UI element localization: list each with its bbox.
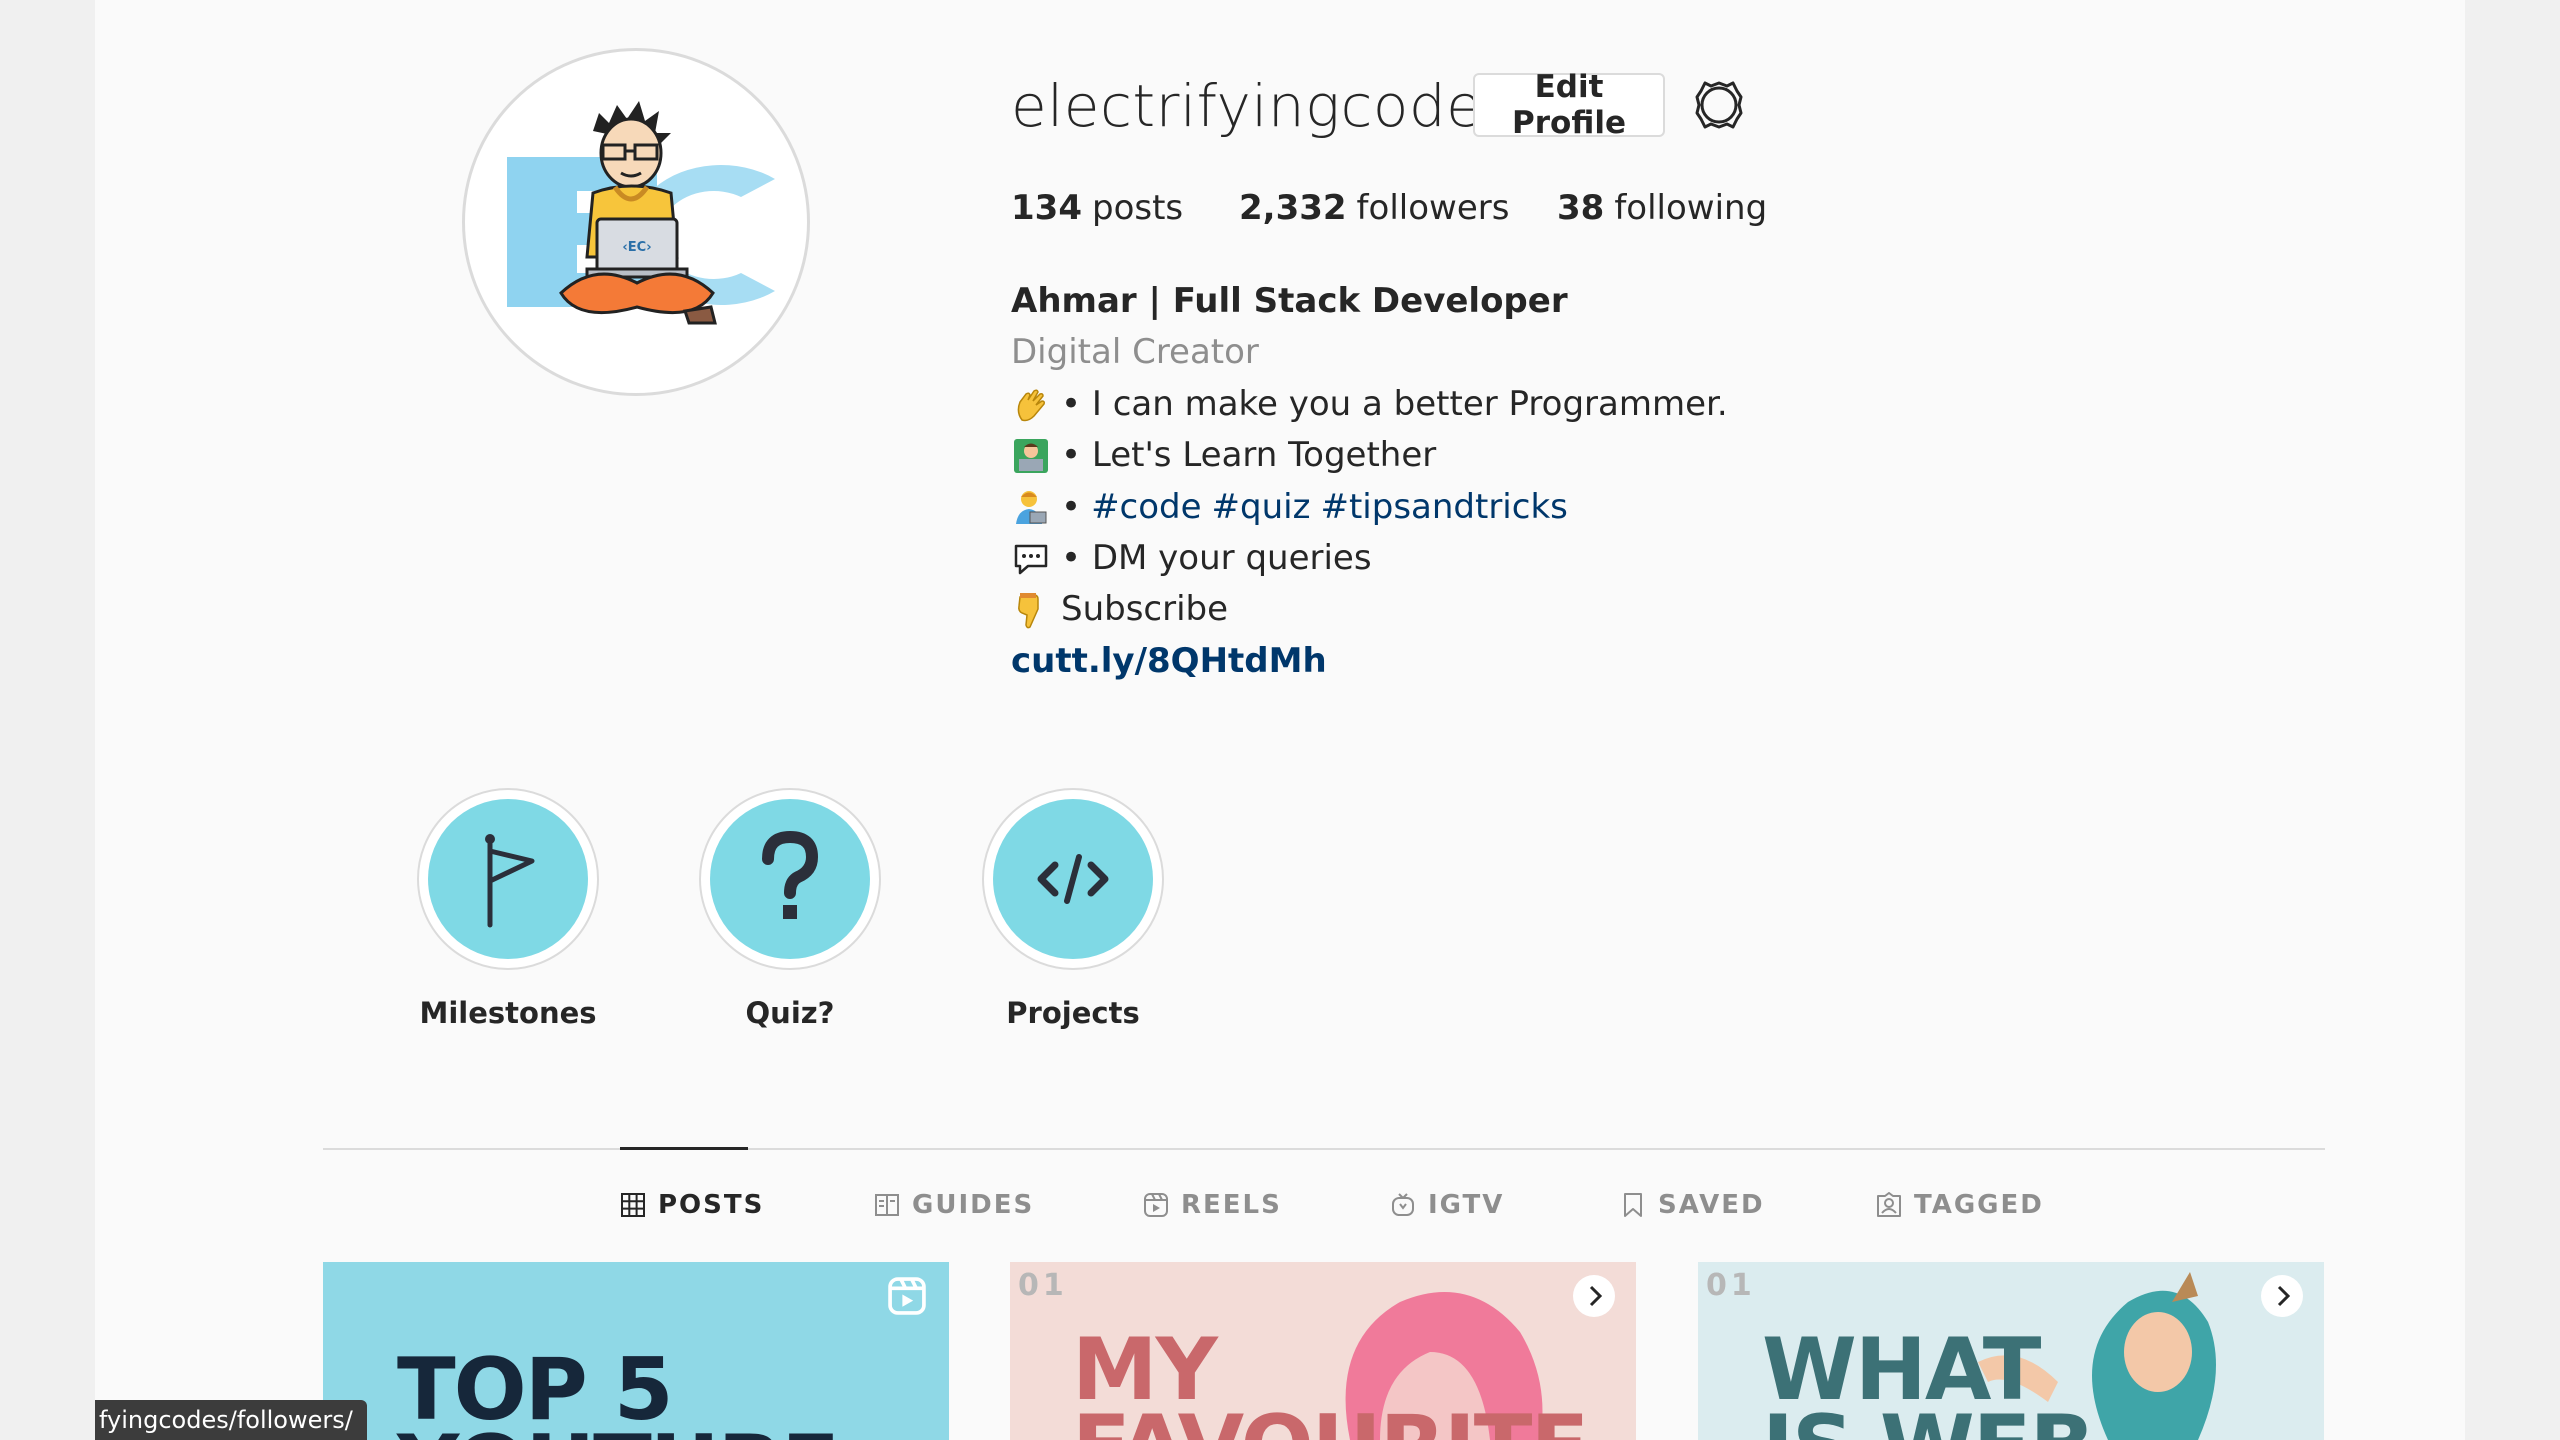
post-title-line2: IS WEB [1762,1404,2095,1440]
post-title-line2: FAVOURITE [1072,1404,1589,1440]
technologist-icon [1011,487,1051,527]
username: electrifyingcodes [1011,72,1514,140]
tab-reels[interactable]: REELS [1143,1190,1282,1220]
tab-tagged[interactable]: TAGGED [1876,1190,2044,1220]
highlight-projects[interactable]: Projects [973,788,1173,1030]
bio-line-subscribe: Subscribe [1011,584,1728,635]
tab-label: TAGGED [1914,1190,2044,1220]
following-link[interactable]: 38 following [1557,188,1767,228]
bio-line4-text: • DM your queries [1061,538,1372,579]
full-name: Ahmar | Full Stack Developer [1011,281,1568,321]
highlight-label: Milestones [419,996,597,1030]
settings-button[interactable] [1690,76,1748,134]
highlight-milestones[interactable]: Milestones [408,788,608,1030]
browser-status-url: fyingcodes/followers/ [95,1400,367,1440]
bio-line-hashtags: • #code #quiz #tipsandtricks [1011,482,1728,533]
avatar-image: ‹EC› [475,61,797,383]
profile-category: Digital Creator [1011,332,1259,373]
post-number: 01 [1706,1268,1756,1303]
grid-icon [621,1193,645,1217]
hashtag-quiz[interactable]: #quiz [1212,482,1311,533]
highlight-quiz[interactable]: Quiz? [690,788,890,1030]
tab-saved[interactable]: SAVED [1620,1190,1765,1220]
carousel-icon [1570,1272,1618,1320]
followers-count-label: followers [1356,188,1510,228]
tab-label: GUIDES [912,1190,1035,1220]
edit-profile-button[interactable]: Edit Profile [1473,69,1665,141]
reels-icon [883,1272,931,1320]
pointing-down-icon [1011,590,1051,630]
posts-count-label: posts [1091,188,1184,228]
bookmark-icon [1624,1193,1642,1217]
profile-avatar[interactable]: ‹EC› [462,48,810,396]
student-laptop-icon [1011,436,1051,476]
posts-count: 134 posts [1011,188,1239,228]
guide-icon [875,1194,899,1216]
speech-bubble-icon [1011,539,1051,579]
tab-igtv[interactable]: IGTV [1390,1190,1504,1220]
tab-posts[interactable]: POSTS [620,1190,764,1220]
tab-guides[interactable]: GUIDES [874,1190,1034,1220]
igtv-icon [1392,1193,1414,1216]
post-number: 01 [1018,1268,1068,1303]
active-tab-indicator [620,1147,748,1150]
question-icon [710,799,870,959]
bio-line1-text: • I can make you a better Programmer. [1061,383,1728,424]
following-count-label: following [1614,188,1768,228]
followers-link[interactable]: 2,332 followers [1239,188,1557,228]
carousel-icon [2258,1272,2306,1320]
tab-label: POSTS [658,1190,765,1220]
tab-label: REELS [1181,1190,1282,1220]
post-title: TOP 5 YOUTUBE [397,1340,840,1440]
waving-hand-icon [1011,385,1051,425]
highlight-label: Quiz? [745,996,835,1030]
post-title: MY FAVOURITE [1072,1327,1589,1440]
bio-line-learn: • Let's Learn Together [1011,430,1728,481]
profile-stats: 134 posts 2,332 followers 38 following [1011,188,1767,228]
highlight-label: Projects [1006,996,1140,1030]
posts-count-value: 134 [1011,188,1082,228]
settings-gear-icon [1695,81,1743,129]
bio-line2-text: • Let's Learn Together [1061,435,1437,476]
post-thumbnail[interactable]: TOP 5 YOUTUBE [323,1262,949,1440]
developer-avatar-illustration: ‹EC› [507,101,775,325]
hashtag-code[interactable]: #code [1091,482,1201,533]
post-title: WHAT IS WEB [1762,1327,2095,1440]
post-thumbnail[interactable]: 01 MY FAVOURITE [1010,1262,1636,1440]
post-thumbnail[interactable]: 01 WHAT IS WEB [1698,1262,2324,1440]
following-count-value: 38 [1557,188,1605,228]
tagged-icon [1877,1192,1901,1217]
hashtag-tipsandtricks[interactable]: #tipsandtricks [1320,482,1567,533]
followers-count-value: 2,332 [1239,188,1347,228]
bio-external-link[interactable]: cutt.ly/8QHtdMh [1011,636,1728,687]
bio-line3-bullet: • [1061,486,1082,527]
tab-label: IGTV [1428,1190,1505,1220]
bio-line-programmer: • I can make you a better Programmer. [1011,379,1728,430]
bio-line-dm: • DM your queries [1011,533,1728,584]
tab-label: SAVED [1658,1190,1765,1220]
reels-icon [1144,1193,1168,1217]
code-icon [993,799,1153,959]
bio-line5-text: Subscribe [1061,589,1229,630]
profile-bio: Ahmar | Full Stack Developer Digital Cre… [1011,276,1728,687]
avatar-badge-text: ‹EC› [622,240,651,255]
flag-icon [428,799,588,959]
